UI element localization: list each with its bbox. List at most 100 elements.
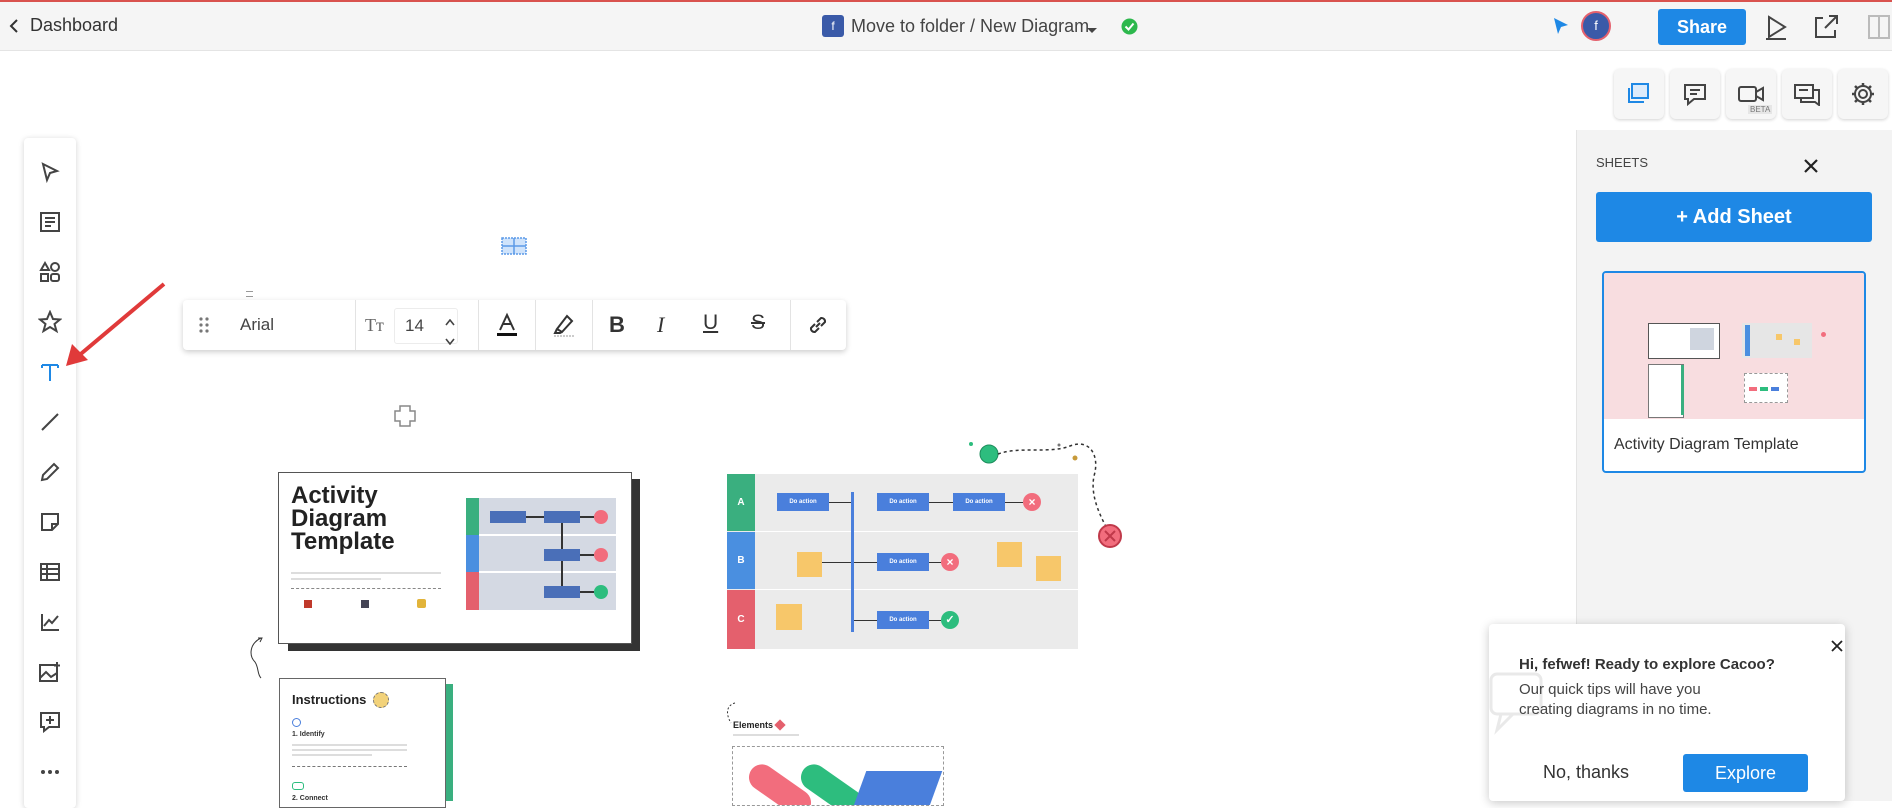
template-card[interactable]: Activity Diagram Template <box>278 472 632 644</box>
back-chevron-icon[interactable] <box>6 16 22 36</box>
folder-badge: f <box>822 15 844 37</box>
drag-handle-icon[interactable] <box>198 315 210 340</box>
link-chain-icon <box>292 782 304 790</box>
lane-b: B <box>727 532 755 589</box>
action-node: Do action <box>877 553 929 571</box>
connector <box>854 620 877 621</box>
image-icon <box>39 662 60 682</box>
no-thanks-button[interactable]: No, thanks <box>1543 762 1629 783</box>
dashboard-link[interactable]: Dashboard <box>30 15 118 36</box>
document-icon <box>40 212 60 232</box>
image-tool[interactable] <box>24 652 76 692</box>
left-toolbar <box>24 138 76 808</box>
compass-icon <box>373 692 389 708</box>
elements-frame[interactable] <box>732 746 944 806</box>
lane-c: C <box>727 590 755 649</box>
sheets-toggle-button[interactable] <box>1614 69 1664 119</box>
instructions-step1: 1. Identify <box>292 731 325 738</box>
lane-a: A <box>727 474 755 531</box>
chart-icon <box>41 614 59 631</box>
sheet-thumbnail-card[interactable]: Activity Diagram Template <box>1602 271 1866 473</box>
loop-connector <box>250 637 263 679</box>
template-title: Activity Diagram Template <box>291 482 395 555</box>
pin-icon <box>774 719 786 731</box>
template-title-line1: Activity <box>291 482 378 509</box>
cursor-icon <box>41 162 60 183</box>
connector <box>822 562 851 563</box>
done-node-icon: ✓ <box>941 611 959 629</box>
shapes-icon <box>39 261 60 282</box>
table-handle-icon[interactable] <box>501 237 527 260</box>
italic-icon[interactable]: I <box>657 312 664 338</box>
beta-label: BETA <box>1748 105 1773 114</box>
chat-icon <box>1794 84 1820 106</box>
title-dropdown-icon[interactable] <box>1086 22 1098 40</box>
popup-body: Our quick tips will have you creating di… <box>1519 681 1712 718</box>
present-play-icon[interactable] <box>1763 14 1789 45</box>
popup-title: Hi, fefwef! Ready to explore Cacoo? <box>1519 656 1775 673</box>
panel-toggle-icon[interactable] <box>1868 15 1890 44</box>
instructions-title: Instructions <box>292 692 367 707</box>
comments-button[interactable] <box>1670 69 1720 119</box>
bold-icon[interactable]: B <box>609 312 625 338</box>
line-icon <box>41 413 59 431</box>
font-size-icon: Tт <box>365 315 384 335</box>
template-title-line2: Diagram <box>291 505 388 532</box>
settings-button[interactable] <box>1838 69 1888 119</box>
popup-close-icon[interactable] <box>1831 639 1843 657</box>
more-icon <box>41 770 59 774</box>
legend-icon-red <box>304 600 312 608</box>
connector <box>929 562 941 563</box>
avatar[interactable]: f <box>1581 11 1611 41</box>
share-button[interactable]: Share <box>1658 9 1746 45</box>
lane-divider <box>755 589 1078 590</box>
font-size-input[interactable]: 14 <box>394 308 458 346</box>
plugin-icon[interactable] <box>391 402 419 435</box>
template-tool[interactable] <box>24 202 76 242</box>
action-node: Do action <box>777 493 829 511</box>
sticky-note <box>776 604 802 630</box>
diagram-title[interactable]: Move to folder / New Diagram <box>851 16 1089 37</box>
close-sheets-icon[interactable] <box>1803 158 1819 179</box>
line-tool[interactable] <box>24 402 76 442</box>
sticky-note-tool[interactable] <box>24 502 76 542</box>
select-tool[interactable] <box>24 152 76 192</box>
template-desc-lines <box>291 572 441 589</box>
pointer-icon[interactable] <box>1551 16 1571 41</box>
connector <box>854 562 877 563</box>
explore-button[interactable]: Explore <box>1683 754 1808 792</box>
chat-button[interactable] <box>1782 69 1832 119</box>
sticky-note-icon <box>41 513 59 531</box>
step1-text-lines <box>292 744 407 767</box>
text-icon <box>41 364 59 381</box>
connector <box>829 502 851 503</box>
add-sheet-button[interactable]: + Add Sheet <box>1596 192 1872 242</box>
gear-icon <box>1852 83 1874 105</box>
underline-icon[interactable]: U <box>703 311 718 335</box>
text-format-toolbar: Arial Tт 14 B I U S <box>183 300 846 350</box>
star-icon <box>38 310 62 334</box>
more-tools-button[interactable] <box>24 752 76 792</box>
onboarding-popup: Hi, fefwef! Ready to explore Cacoo? Our … <box>1489 624 1845 801</box>
trophy-icon <box>417 599 426 608</box>
sticky-note <box>797 552 822 577</box>
video-button[interactable]: BETA <box>1726 69 1776 119</box>
size-up-icon[interactable] <box>445 313 455 331</box>
table-tool[interactable] <box>24 552 76 592</box>
instructions-card[interactable]: Instructions 1. Identify 2. Connect <box>279 678 446 808</box>
top-bar: Dashboard f Move to folder / New Diagram… <box>0 0 1892 51</box>
pen-tool[interactable] <box>24 452 76 492</box>
link-icon[interactable] <box>806 313 830 342</box>
template-title-line3: Template <box>291 528 395 555</box>
font-family-select[interactable]: Arial <box>240 315 274 335</box>
embed-tool[interactable] <box>24 702 76 742</box>
pencil-icon <box>40 462 60 482</box>
strikethrough-icon[interactable]: S <box>751 311 765 335</box>
dotted-connector <box>969 442 1122 548</box>
sheets-heading: SHEETS <box>1596 155 1649 170</box>
font-color-icon[interactable] <box>495 312 519 343</box>
export-icon[interactable] <box>1813 13 1840 45</box>
size-down-icon[interactable] <box>445 332 455 350</box>
chart-tool[interactable] <box>24 602 76 642</box>
highlight-icon[interactable] <box>551 312 577 343</box>
